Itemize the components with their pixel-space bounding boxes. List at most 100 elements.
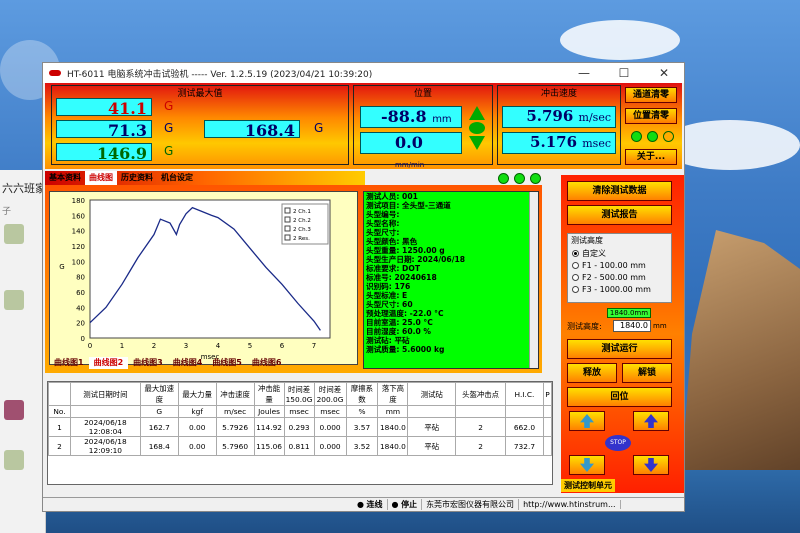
stop-button[interactable]: STOP <box>605 435 631 451</box>
status-bar: ● 连线 ● 停止 东莞市宏图仪器有限公司 http://www.htinstr… <box>43 497 684 511</box>
chart-svg: 0204060801001201401601800 1 2 3 4 5 6 7msecG2 C… <box>59 197 331 361</box>
subtab-curve1[interactable]: 曲线图1 <box>49 357 89 369</box>
y-tick-label: 80 <box>76 274 85 282</box>
height-option-custom[interactable]: 自定义 <box>568 247 671 259</box>
clear-data-button[interactable]: 清除测试数据 <box>567 181 672 201</box>
subtab-curve3[interactable]: 曲线图3 <box>128 357 168 369</box>
y-tick-label: 140 <box>72 228 85 236</box>
chat-panel: 六六班家 子 <box>0 170 46 533</box>
status-led <box>498 173 509 184</box>
unlock-button[interactable]: 解锁 <box>622 363 672 383</box>
minimize-button[interactable]: — <box>564 66 604 80</box>
legend-entry: 2 Ch.1 <box>293 209 311 215</box>
title-bar: HT-6011 电脑系统冲击试验机 ----- Ver. 1.2.5.19 (2… <box>43 63 684 83</box>
max-value-panel: 测试最大值 41.1 G 71.3 G 146.9 G 168.4 G <box>51 85 349 165</box>
up-arrow-icon <box>580 414 594 428</box>
table-cell: 1 <box>48 417 71 437</box>
avatar[interactable] <box>4 224 24 244</box>
table-cell <box>542 417 552 437</box>
table-cell: 冲击能量 <box>253 382 285 406</box>
test-report-button[interactable]: 测试报告 <box>567 205 672 225</box>
subtab-curve2[interactable]: 曲线图2 <box>88 357 129 369</box>
unit-label: G <box>164 144 174 158</box>
stop-circle-icon[interactable] <box>469 122 485 134</box>
x-tick-label: 2 <box>152 342 156 350</box>
close-button[interactable]: ✕ <box>644 66 684 80</box>
info-line: 识别码: 176 <box>366 282 411 291</box>
info-line: 目前室温: 25.0 °C <box>366 318 433 327</box>
table-row[interactable]: 1 2024/06/18 12:08:04 162.7 0.00 5.7926 114.9… <box>48 417 552 437</box>
chart-area: 0 20 40 60 80 100 120 140 160 180 0 1 2 3 4 5 6 7 msec G 2 C… <box>49 191 358 365</box>
table-cell: 732.7 <box>504 436 544 456</box>
down-left-button[interactable] <box>569 455 605 475</box>
up-arrow-icon[interactable] <box>469 106 485 120</box>
info-line: 头型标准: E <box>366 291 408 300</box>
status-company: 东莞市宏图仪器有限公司 <box>422 499 520 510</box>
info-line: 测试砧: 平砧 <box>366 336 410 345</box>
table-cell: 头盔冲击点 <box>455 382 506 406</box>
subtab-curve5[interactable]: 曲线图5 <box>207 357 247 369</box>
info-line: 目前湿度: 60.0 % <box>366 327 432 336</box>
height-option-f1[interactable]: F1 - 100.00 mm <box>568 259 671 271</box>
info-line: 预处理温度: -22.0 °C <box>366 309 444 318</box>
table-cell: 摩擦系数 <box>345 382 379 406</box>
table-cell <box>69 405 141 418</box>
status-url: http://www.htinstrum... <box>519 500 621 509</box>
unit-label: G <box>164 99 174 113</box>
table-cell: 冲击速度 <box>215 382 255 406</box>
table-cell: kgf <box>177 405 217 418</box>
ch2-max-value: 71.3 <box>56 120 152 140</box>
about-button[interactable]: 关于... <box>625 149 677 165</box>
subtab-curve6[interactable]: 曲线图6 <box>247 357 287 369</box>
status-connect: ● 连线 <box>353 499 388 510</box>
table-cell: 3.52 <box>345 436 379 456</box>
table-cell: 0.00 <box>177 436 217 456</box>
subtab-curve4[interactable]: 曲线图4 <box>168 357 208 369</box>
avatar[interactable] <box>4 400 24 420</box>
y-tick-label: 60 <box>76 289 85 297</box>
table-cell: mm <box>377 405 409 418</box>
legend-checkbox <box>284 207 291 214</box>
y-tick-label: 180 <box>72 197 85 205</box>
table-cell: 115.06 <box>253 436 285 456</box>
position-clear-button[interactable]: 位置清零 <box>625 108 677 124</box>
info-line: 头型编号: <box>366 210 400 219</box>
return-button[interactable]: 回位 <box>567 387 672 407</box>
ch1-max-value: 41.1 <box>56 98 152 118</box>
up-left-button[interactable] <box>569 411 605 431</box>
info-scrollbar[interactable] <box>529 192 538 368</box>
tab-basic[interactable]: 基本资料 <box>45 171 85 185</box>
down-right-button[interactable] <box>633 455 669 475</box>
tab-settings[interactable]: 机台设定 <box>157 171 197 185</box>
table-cell: 测试日期时间 <box>69 382 141 406</box>
up-right-button[interactable] <box>633 411 669 431</box>
main-tabs: 基本资料 曲线图 历史资料 机台设定 <box>45 171 365 185</box>
table-cell <box>542 405 552 418</box>
release-button[interactable]: 释放 <box>567 363 617 383</box>
table-row[interactable]: 2 2024/06/18 12:09:10 168.4 0.00 5.7960 115.0… <box>48 436 552 456</box>
avatar[interactable] <box>4 450 24 470</box>
maximize-button[interactable]: ☐ <box>604 66 644 80</box>
tab-curve[interactable]: 曲线图 <box>85 171 117 185</box>
table-cell: 114.92 <box>253 417 285 437</box>
height-option-f2[interactable]: F2 - 500.00 mm <box>568 271 671 283</box>
down-arrow-icon[interactable] <box>469 136 485 150</box>
table-cell: 0.000 <box>313 436 347 456</box>
info-line: 标准要求: DOT <box>366 264 420 273</box>
table-cell <box>407 405 457 418</box>
table-cell: 平砧 <box>407 417 457 437</box>
table-cell: H.I.C. <box>504 382 544 406</box>
tab-history[interactable]: 历史资料 <box>117 171 157 185</box>
channel-clear-button[interactable]: 通道清零 <box>625 87 677 103</box>
height-input[interactable]: 1840.0 <box>613 320 651 332</box>
legend-entry: 2 Ch.2 <box>293 218 311 224</box>
unit-label: G <box>164 121 174 135</box>
run-test-button[interactable]: 测试运行 <box>567 339 672 359</box>
avatar[interactable] <box>4 290 24 310</box>
height-option-f3[interactable]: F3 - 1000.00 mm <box>568 283 671 295</box>
position-value-box: -88.8 mm <box>360 106 462 128</box>
down-arrow-icon <box>580 458 594 472</box>
table-cell: 最大加速度 <box>139 382 179 406</box>
status-led <box>514 173 525 184</box>
speed-title: 冲击速度 <box>540 89 577 99</box>
